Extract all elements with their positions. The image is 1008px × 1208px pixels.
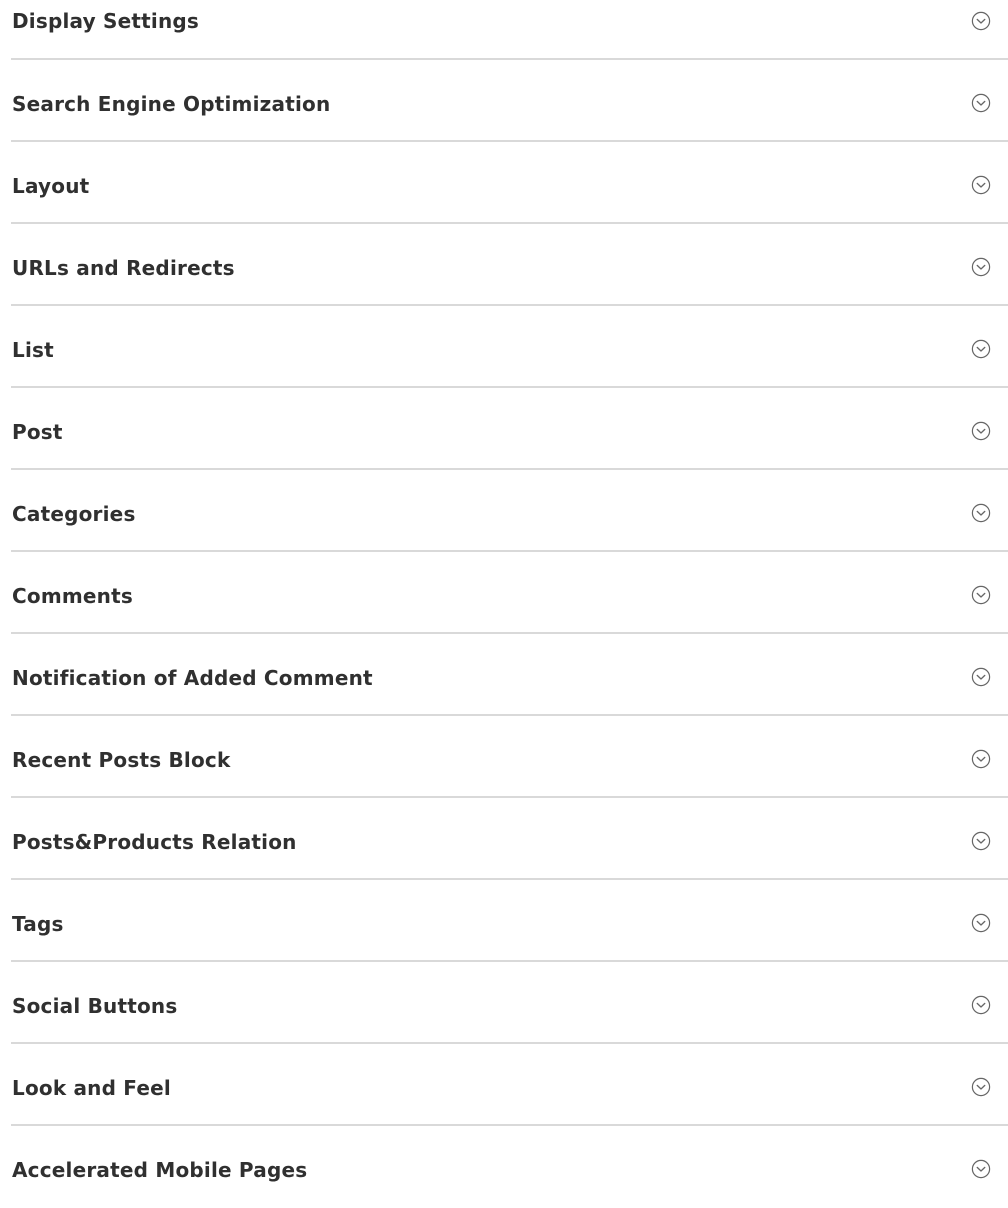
section-title-post: Post (12, 420, 63, 444)
chevron-circle-down-icon[interactable] (971, 11, 991, 31)
section-title-tags: Tags (12, 912, 64, 936)
section-title-list: List (12, 338, 54, 362)
accordion-section-layout[interactable]: Layout (0, 142, 1008, 224)
section-title-display-settings: Display Settings (12, 9, 200, 33)
accordion-section-urls-and-redirects[interactable]: URLs and Redirects (0, 224, 1008, 306)
chevron-circle-down-icon[interactable] (971, 175, 991, 195)
accordion-section-comments[interactable]: Comments (0, 552, 1008, 634)
chevron-circle-down-icon[interactable] (971, 585, 991, 605)
section-title-accelerated-mobile-pages: Accelerated Mobile Pages (12, 1158, 308, 1182)
accordion-section-look-and-feel[interactable]: Look and Feel (0, 1044, 1008, 1126)
section-title-categories: Categories (12, 502, 136, 526)
section-title-social-buttons: Social Buttons (12, 994, 178, 1018)
accordion-section-list[interactable]: List (0, 306, 1008, 388)
section-title-notification-of-added-comment: Notification of Added Comment (12, 666, 373, 690)
accordion-section-social-buttons[interactable]: Social Buttons (0, 962, 1008, 1044)
accordion-section-posts-products-relation[interactable]: Posts&Products Relation (0, 798, 1008, 880)
section-title-layout: Layout (12, 174, 90, 198)
accordion-section-notification-of-added-comment[interactable]: Notification of Added Comment (0, 634, 1008, 716)
chevron-circle-down-icon[interactable] (971, 1077, 991, 1097)
accordion-section-search-engine-optimization[interactable]: Search Engine Optimization (0, 60, 1008, 142)
chevron-circle-down-icon[interactable] (971, 995, 991, 1015)
chevron-circle-down-icon[interactable] (971, 503, 991, 523)
chevron-circle-down-icon[interactable] (971, 913, 991, 933)
accordion-section-display-settings[interactable]: Display Settings (0, 0, 1008, 60)
section-title-posts-products-relation: Posts&Products Relation (12, 830, 297, 854)
accordion-section-recent-posts-block[interactable]: Recent Posts Block (0, 716, 1008, 798)
chevron-circle-down-icon[interactable] (971, 667, 991, 687)
accordion-section-tags[interactable]: Tags (0, 880, 1008, 962)
section-title-look-and-feel: Look and Feel (12, 1076, 171, 1100)
accordion-section-post[interactable]: Post (0, 388, 1008, 470)
section-title-urls-and-redirects: URLs and Redirects (12, 256, 235, 280)
section-title-search-engine-optimization: Search Engine Optimization (12, 92, 331, 116)
chevron-circle-down-icon[interactable] (971, 93, 991, 113)
section-title-comments: Comments (12, 584, 133, 608)
chevron-circle-down-icon[interactable] (971, 749, 991, 769)
settings-accordion: Display Settings Search Engine Optimizat… (0, 0, 1008, 1208)
accordion-section-categories[interactable]: Categories (0, 470, 1008, 552)
chevron-circle-down-icon[interactable] (971, 257, 991, 277)
accordion-section-accelerated-mobile-pages[interactable]: Accelerated Mobile Pages (0, 1126, 1008, 1208)
chevron-circle-down-icon[interactable] (971, 339, 991, 359)
section-title-recent-posts-block: Recent Posts Block (12, 748, 231, 772)
chevron-circle-down-icon[interactable] (971, 421, 991, 441)
chevron-circle-down-icon[interactable] (971, 1159, 991, 1179)
chevron-circle-down-icon[interactable] (971, 831, 991, 851)
